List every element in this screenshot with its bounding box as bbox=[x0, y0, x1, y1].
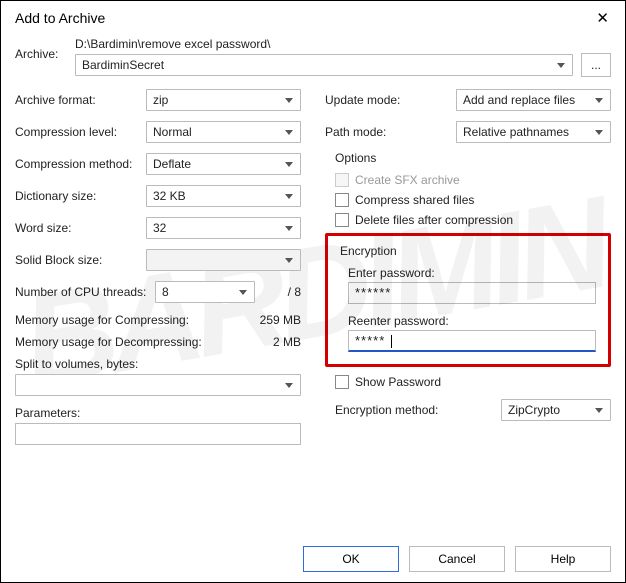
close-icon[interactable]: ✕ bbox=[590, 7, 615, 29]
cpu-total: / 8 bbox=[255, 285, 301, 299]
level-label: Compression level: bbox=[15, 125, 146, 139]
options-title: Options bbox=[335, 151, 611, 165]
solid-select[interactable] bbox=[146, 249, 301, 271]
archive-name-combo[interactable]: BardiminSecret bbox=[75, 54, 573, 76]
word-select[interactable]: 32 bbox=[146, 217, 301, 239]
mem-comp-label: Memory usage for Compressing: bbox=[15, 313, 189, 327]
solid-label: Solid Block size: bbox=[15, 253, 146, 267]
mem-decomp-value: 2 MB bbox=[273, 335, 301, 349]
format-label: Archive format: bbox=[15, 93, 146, 107]
encryption-group: Encryption Enter password: ****** Reente… bbox=[325, 233, 611, 367]
split-label: Split to volumes, bytes: bbox=[15, 357, 301, 371]
reenter-password-input[interactable]: ***** bbox=[348, 330, 596, 352]
cpu-select[interactable]: 8 bbox=[155, 281, 255, 303]
sfx-checkbox-row: Create SFX archive bbox=[335, 173, 611, 187]
archive-name-value: BardiminSecret bbox=[82, 58, 164, 72]
params-input[interactable] bbox=[15, 423, 301, 445]
format-select[interactable]: zip bbox=[146, 89, 301, 111]
enc-method-label: Encryption method: bbox=[335, 403, 491, 417]
method-label: Compression method: bbox=[15, 157, 146, 171]
checkbox-icon[interactable] bbox=[335, 193, 349, 207]
shared-checkbox-row[interactable]: Compress shared files bbox=[335, 193, 611, 207]
mem-decomp-label: Memory usage for Decompressing: bbox=[15, 335, 202, 349]
checkbox-icon bbox=[335, 173, 349, 187]
enc-method-select[interactable]: ZipCrypto bbox=[501, 399, 611, 421]
update-label: Update mode: bbox=[325, 93, 456, 107]
method-select[interactable]: Deflate bbox=[146, 153, 301, 175]
encryption-title: Encryption bbox=[340, 244, 596, 258]
level-select[interactable]: Normal bbox=[146, 121, 301, 143]
titlebar: Add to Archive ✕ bbox=[1, 1, 625, 33]
window-title: Add to Archive bbox=[15, 10, 105, 26]
dict-label: Dictionary size: bbox=[15, 189, 146, 203]
archive-path: D:\Bardimin\remove excel password\ bbox=[75, 37, 611, 51]
dict-select[interactable]: 32 KB bbox=[146, 185, 301, 207]
split-combo[interactable] bbox=[15, 374, 301, 396]
mem-comp-value: 259 MB bbox=[260, 313, 301, 327]
show-password-row[interactable]: Show Password bbox=[335, 375, 611, 389]
help-button[interactable]: Help bbox=[515, 546, 611, 572]
ok-button[interactable]: OK bbox=[303, 546, 399, 572]
checkbox-icon[interactable] bbox=[335, 213, 349, 227]
delete-checkbox-row[interactable]: Delete files after compression bbox=[335, 213, 611, 227]
word-label: Word size: bbox=[15, 221, 146, 235]
cpu-label: Number of CPU threads: bbox=[15, 285, 155, 299]
password-input[interactable]: ****** bbox=[348, 282, 596, 304]
browse-button[interactable]: ... bbox=[581, 53, 611, 77]
archive-label: Archive: bbox=[15, 37, 61, 61]
params-label: Parameters: bbox=[15, 406, 301, 420]
pathmode-label: Path mode: bbox=[325, 125, 456, 139]
cancel-button[interactable]: Cancel bbox=[409, 546, 505, 572]
pathmode-select[interactable]: Relative pathnames bbox=[456, 121, 611, 143]
enter-password-label: Enter password: bbox=[348, 266, 596, 280]
checkbox-icon[interactable] bbox=[335, 375, 349, 389]
reenter-password-label: Reenter password: bbox=[348, 314, 596, 328]
update-select[interactable]: Add and replace files bbox=[456, 89, 611, 111]
